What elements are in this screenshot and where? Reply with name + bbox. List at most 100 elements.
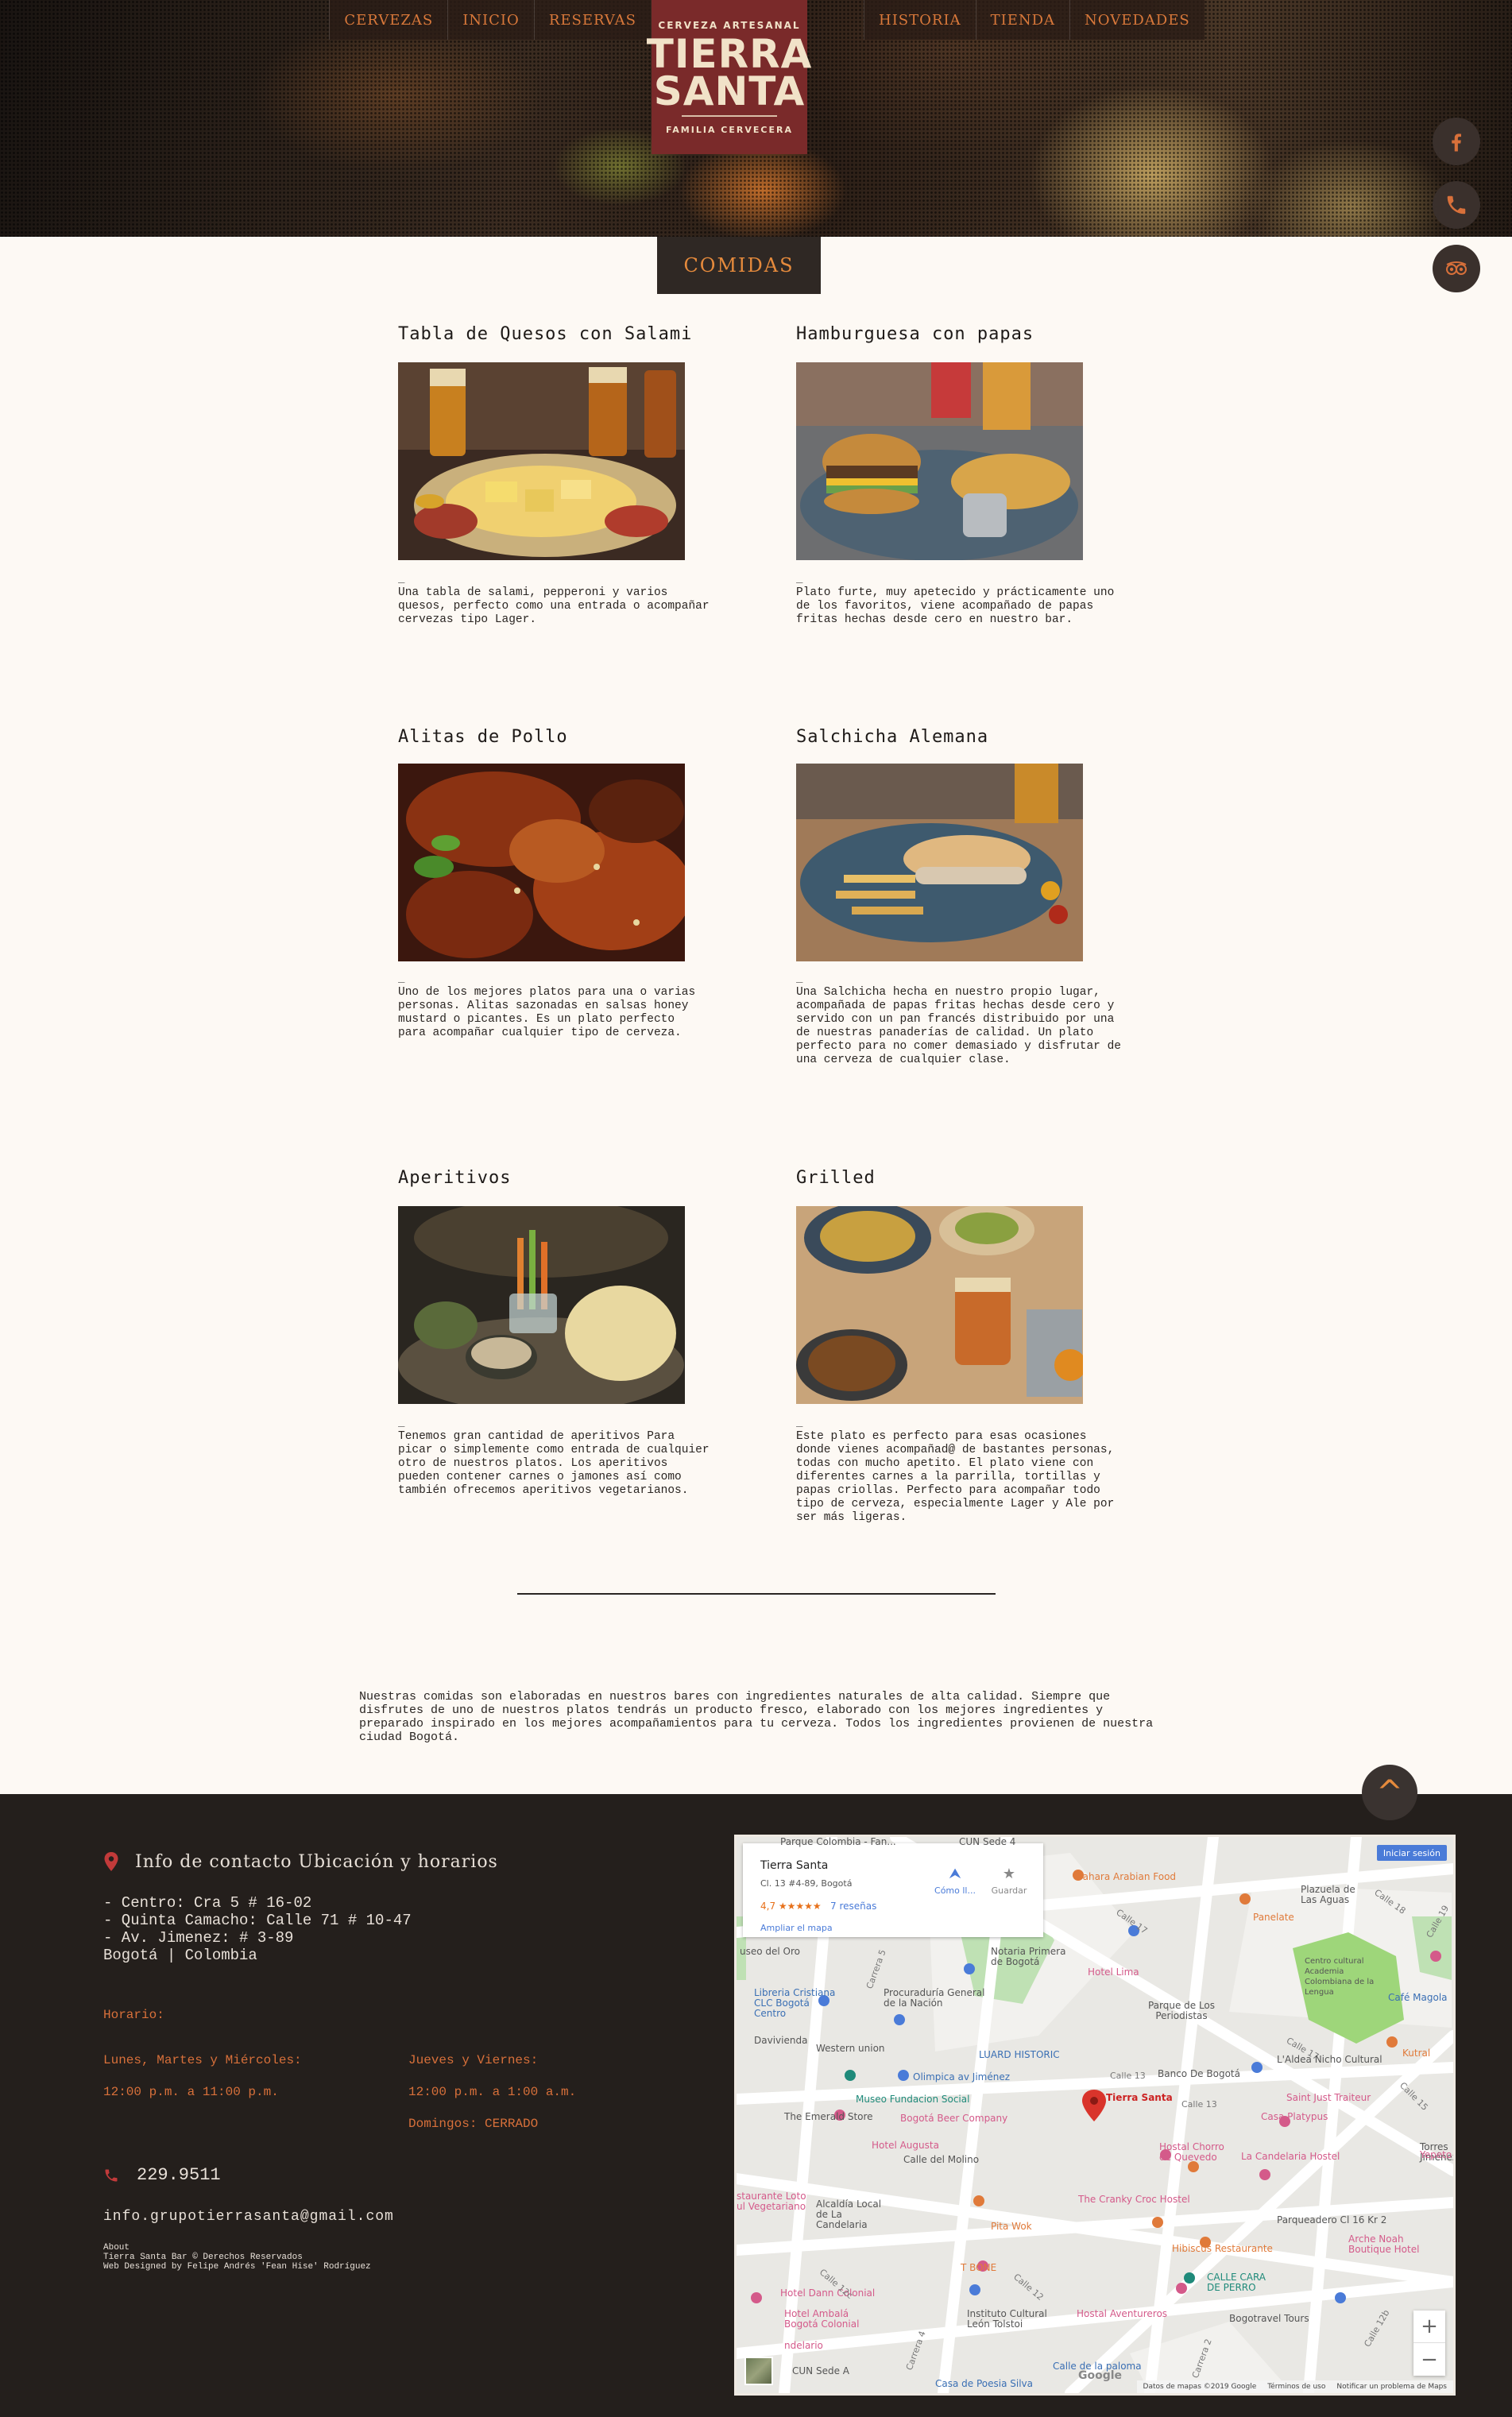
map-signin-button[interactable]: Iniciar sesión [1376,1845,1447,1861]
map-label: Sahara Arabian Food [1077,1871,1177,1882]
map-label: LUARD HISTORIC [979,2049,1060,2060]
map-place-address: Cl. 13 #4-89, Bogotá [760,1878,853,1889]
footer-phone[interactable]: 229.9511 [103,2165,221,2185]
map-zoom-control: + − [1413,2311,1445,2376]
dish-description: Plato furte, muy apetecido y prácticamen… [796,586,1115,626]
address-centro: - Centro: Cra 5 # 16-02 [103,1894,312,1912]
map-label: Calle 13 [1110,2071,1146,2081]
map-terms-link[interactable]: Términos de uso [1267,2383,1325,2391]
dish-dash: _ [398,970,405,983]
phone-icon [1447,195,1466,215]
map-label: Museo Fundacion Social [856,2094,970,2105]
dish-description: Este plato es perfecto para esas ocasion… [796,1430,1115,1524]
dish-photo-appetizers [398,1206,685,1404]
map-label: Hotel Augusta [872,2140,939,2151]
dish-title: Aperitivos [398,1168,512,1188]
phone-button[interactable] [1433,181,1480,229]
map-save-button[interactable]: ★ Guardar [981,1866,1037,1896]
zoom-out-button[interactable]: − [1413,2343,1445,2376]
dish-card: Salchicha Alemana _ Una Salchicha hecha … [796,727,1170,1100]
map-label: Procuraduría General de la Nación [884,1987,985,2009]
map-save-label: Guardar [991,1885,1027,1896]
dish-photo-burger [796,362,1083,560]
map-reviews-link[interactable]: 7 reseñas [830,1901,876,1912]
map-label: Panelate [1253,1912,1294,1923]
dish-description: Una Salchicha hecha en nuestro propio lu… [796,986,1121,1066]
map-label: CUN Sede A [792,2365,849,2376]
map-label: useo del Oro [740,1946,801,1957]
map-label: Plazuela de Las Aguas [1301,1884,1355,1905]
back-to-top-button[interactable]: ^ [1362,1765,1417,1820]
dish-dash: _ [796,970,803,983]
map-label: Saint Just Traiteur [1286,2092,1371,2103]
map-satellite-toggle[interactable] [744,2357,773,2385]
schedule-right-days: Jueves y Viernes: [408,2053,539,2067]
google-logo: Google [1078,2369,1123,2382]
dish-dash: _ [796,1414,803,1427]
dish-title: Alitas de Pollo [398,727,568,747]
map-label: Hotel Lima [1088,1966,1139,1978]
directions-icon: ⮝ [949,1866,961,1882]
nav-tienda[interactable]: TIENDA [975,0,1070,40]
dish-card: Tabla de Quesos con Salami _ Una tabla d… [398,324,771,658]
dish-card: Aperitivos _ Tenemos gran cantidad de ap… [398,1168,771,1549]
nav-inicio[interactable]: INICIO [447,0,534,40]
map-report-link[interactable]: Notificar un problema de Maps [1336,2383,1447,2391]
map-expand-link[interactable]: Ampliar el mapa [760,1923,833,1933]
tripadvisor-icon [1446,261,1467,275]
copyright-text: Tierra Santa Bar © Derechos Reservados [103,2253,303,2262]
map-label: The Cranky Croc Hostel [1078,2194,1190,2205]
dish-photo-chicken-wings [398,764,685,961]
nav-reservas[interactable]: RESERVAS [533,0,651,40]
facebook-button[interactable] [1433,118,1480,165]
map-label: Tierra Santa [1106,2092,1173,2103]
map-label: Parqueadero Cl 16 Kr 2 [1277,2214,1387,2226]
map-label: Hibiscus Restaurante [1172,2243,1273,2254]
map-label: Libreria Cristiana CLC Bogotá Centro [754,1987,836,2019]
logo-subtitle: FAMILIA CERVECERA [666,124,793,135]
schedule-sunday: Domingos: CERRADO [408,2117,539,2131]
map-label: Arche Noah Boutique Hotel [1348,2233,1420,2255]
map-label: staurante Loto ul Vegetariano [737,2191,806,2212]
dish-dash: _ [398,1414,405,1427]
nav-cervezas[interactable]: CERVEZAS [329,0,448,40]
map-label: Alcaldía Local de La Candelaria [816,2199,882,2230]
map-directions-button[interactable]: ⮝ Cómo ll... [927,1866,983,1896]
nav-novedades[interactable]: NOVEDADES [1069,0,1205,40]
location-pin-icon [104,1852,118,1871]
map-label: Hostal Chorro de Quevedo [1159,2141,1224,2163]
dish-photo-cheese-board [398,362,685,560]
map-label: Notaria Primera de Bogotá [991,1946,1066,1967]
brand-logo[interactable]: CERVEZA ARTESANAL TIERRA SANTA FAMILIA C… [647,0,811,154]
map-label: La Candelaria Hostel [1241,2151,1340,2162]
dish-title: Salchicha Alemana [796,727,989,747]
map-label: Bogotá Beer Company [900,2113,1008,2124]
dish-title: Hamburguesa con papas [796,324,1034,344]
zoom-in-button[interactable]: + [1413,2311,1445,2343]
map-label: Calle del Molino [903,2154,980,2165]
logo-divider [682,114,777,117]
section-title: COMIDAS [657,237,821,294]
tripadvisor-button[interactable] [1433,245,1480,292]
map-label: CUN Sede 4 [959,1836,1016,1847]
dish-card: Alitas de Pollo _ Uno de los mejores pla… [398,727,771,1100]
map-label: Bogotravel Tours [1229,2313,1309,2324]
dish-description: Tenemos gran cantidad de aperitivos Para… [398,1430,710,1497]
logo-name-line1: TIERRA [646,30,813,77]
schedule-right-hours: 12:00 p.m. a 1:00 a.m. [408,2085,577,2099]
email-link[interactable]: info.grupotierrasanta@gmail.com [103,2209,394,2225]
map-label: Centro cultural Academia Colombiana de l… [1305,1957,1375,1997]
map-label: Yepeto [1420,2149,1452,2160]
star-icon: ★ [1002,1866,1016,1882]
map-label: Hotel Dann Colonial [780,2287,876,2299]
about-link[interactable]: About [103,2243,130,2253]
map-label: Parque Colombia - Fan... [780,1836,896,1847]
dish-card: Hamburguesa con papas _ Plato furte, muy… [796,324,1170,658]
nav-historia[interactable]: HISTORIA [864,0,976,40]
map-label: Hotel Ambalá Bogotá Colonial [784,2308,860,2330]
map-label: Hostal Aventureros [1077,2308,1168,2319]
dish-photo-grilled [796,1206,1083,1404]
map-label: ndelario [784,2340,823,2351]
map-label: Café Magola [1388,1992,1448,2003]
embedded-map[interactable]: Tierra Santa Cl. 13 #4-89, Bogotá 4,7 ★★… [734,1835,1456,2396]
